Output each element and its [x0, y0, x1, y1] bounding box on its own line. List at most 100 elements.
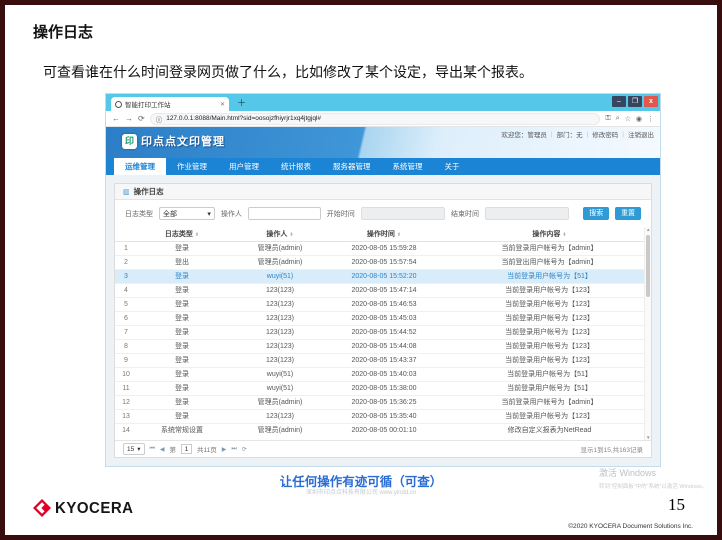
last-page-icon[interactable]: ⏭	[231, 446, 236, 453]
prev-page-icon[interactable]: ◀	[160, 446, 165, 453]
url-field[interactable]: ⓘ 127.0.0.1:8088/Main.html?sid=oosojzfhi…	[150, 113, 601, 125]
reset-button[interactable]: 重置	[615, 207, 641, 220]
cell-time: 2020-08-05 15:43:37	[333, 353, 435, 367]
table-row[interactable]: 11登录wuyi(51)2020-08-05 15:38:00当前登录用户帐号为…	[115, 381, 651, 395]
slide-subtitle: 可查看谁在什么时间登录网页做了什么，比如修改了某个设定，导出某个报表。	[43, 62, 533, 82]
change-password-link[interactable]: 修改密码	[592, 129, 618, 139]
nav-tab-3[interactable]: 用户管理	[218, 158, 270, 175]
chevron-down-icon: ▾	[207, 210, 211, 218]
first-page-icon[interactable]: ⏮	[150, 446, 155, 453]
profile-avatar-icon[interactable]: ◉	[636, 115, 642, 123]
browser-tab[interactable]: 智能打印工作站 ✕	[111, 97, 229, 111]
log-type-value: 全部	[163, 209, 177, 219]
panel-title: 操作日志	[134, 186, 164, 197]
table-row[interactable]: 8登录123(123)2020-08-05 15:44:08当前登录用户帐号为【…	[115, 339, 651, 353]
table-row[interactable]: 13登录123(123)2020-08-05 15:35:40当前登录用户帐号为…	[115, 409, 651, 423]
scroll-down-icon[interactable]: ▼	[646, 435, 650, 440]
column-header-3[interactable]: 操作时间⬍	[333, 227, 435, 241]
pagination-summary: 显示1到15,共163记录	[581, 444, 644, 454]
nav-tab-2[interactable]: 作业管理	[166, 158, 218, 175]
cell-type: 登录	[137, 311, 227, 325]
table-row[interactable]: 10登录wuyi(51)2020-08-05 15:40:03当前登录用户帐号为…	[115, 367, 651, 381]
zoom-icon[interactable]: ⌕	[616, 115, 620, 123]
scroll-up-icon[interactable]: ▲	[646, 227, 650, 232]
page-size-value: 15	[127, 446, 134, 453]
pagination-bar: 15 ▾ ⏮ ◀ 第 1 共11页 ▶ ⏭ ⟳ 显示1到15,共163记录	[115, 440, 651, 457]
close-button[interactable]: x	[644, 96, 658, 107]
new-tab-button[interactable]: ＋	[237, 96, 246, 109]
log-type-label: 日志类型	[125, 209, 153, 219]
table-row[interactable]: 4登录123(123)2020-08-05 15:47:14当前登录用户帐号为【…	[115, 283, 651, 297]
nav-tab-7[interactable]: 关于	[434, 158, 471, 175]
bookmark-star-icon[interactable]: ☆	[625, 115, 631, 123]
url-text: 127.0.0.1:8088/Main.html?sid=oosojzfhiyr…	[166, 115, 321, 122]
log-type-select[interactable]: 全部 ▾	[159, 207, 215, 220]
browser-menu-icon[interactable]: ⋮	[647, 115, 654, 123]
vertical-scrollbar[interactable]: ▲ ▼	[644, 227, 651, 440]
end-time-input[interactable]	[485, 207, 569, 220]
start-time-input[interactable]	[361, 207, 445, 220]
refresh-icon[interactable]: ⟳	[138, 114, 145, 123]
column-header-4[interactable]: 操作内容⬍	[435, 227, 651, 241]
cell-op: 管理员(admin)	[227, 255, 333, 269]
maximize-button[interactable]: ❐	[628, 96, 642, 107]
cell-type: 登录	[137, 395, 227, 409]
slide-title: 操作日志	[33, 21, 93, 42]
cell-time: 2020-08-05 15:36:25	[333, 395, 435, 409]
operator-input[interactable]	[248, 207, 321, 220]
table-row[interactable]: 6登录123(123)2020-08-05 15:45:03当前登录用户帐号为【…	[115, 311, 651, 325]
cell-num: 1	[115, 241, 137, 255]
column-header-1[interactable]: 日志类型⬍	[137, 227, 227, 241]
app-header-band: 欢迎您：管理员 | 部门：无 | 修改密码 | 注销退出 印 印点点文印管理	[106, 127, 660, 158]
address-bar: ← → ⟳ ⓘ 127.0.0.1:8088/Main.html?sid=oos…	[106, 111, 660, 127]
column-header-2[interactable]: 操作人⬍	[227, 227, 333, 241]
page-number-input[interactable]: 1	[181, 444, 192, 454]
nav-tab-5[interactable]: 服务器管理	[322, 158, 382, 175]
nav-bar: 运维管理作业管理用户管理统计报表服务器管理系统管理关于	[106, 158, 660, 175]
reload-icon[interactable]: ⟳	[242, 446, 247, 453]
nav-tab-1[interactable]: 运维管理	[114, 158, 166, 175]
cell-content: 当前登录用户帐号为【123】	[435, 325, 651, 339]
content-area: ▥ 操作日志 日志类型 全部 ▾ 操作人 开始时间 结束时间	[106, 175, 660, 466]
cell-content: 当前登录用户帐号为【123】	[435, 339, 651, 353]
table-row[interactable]: 2登出管理员(admin)2020-08-05 15:57:54当前登出用户帐号…	[115, 255, 651, 269]
next-page-icon[interactable]: ▶	[222, 446, 227, 453]
table-row[interactable]: 1登录管理员(admin)2020-08-05 15:59:28当前登录用户帐号…	[115, 241, 651, 255]
sort-icon[interactable]: ⬍	[562, 232, 566, 238]
forward-icon[interactable]: →	[125, 114, 133, 123]
sort-icon[interactable]: ⬍	[195, 232, 199, 238]
key-icon[interactable]: ⚿	[605, 115, 610, 123]
cell-num: 12	[115, 395, 137, 409]
cell-num: 8	[115, 339, 137, 353]
sort-icon[interactable]: ⬍	[397, 232, 401, 238]
cell-num: 4	[115, 283, 137, 297]
nav-tab-6[interactable]: 系统管理	[382, 158, 434, 175]
back-icon[interactable]: ←	[112, 114, 120, 123]
cell-num: 9	[115, 353, 137, 367]
table-row[interactable]: 14系统常规设置管理员(admin)2020-08-05 00:01:10修改自…	[115, 423, 651, 437]
cell-time: 2020-08-05 15:45:03	[333, 311, 435, 325]
minimize-button[interactable]: –	[612, 96, 626, 107]
table-row[interactable]: 9登录123(123)2020-08-05 15:43:37当前登录用户帐号为【…	[115, 353, 651, 367]
scrollbar-thumb[interactable]	[646, 235, 650, 297]
logout-link[interactable]: 注销退出	[628, 129, 654, 139]
sort-icon[interactable]: ⬍	[289, 232, 293, 238]
search-button[interactable]: 搜索	[583, 207, 609, 220]
tab-close-icon[interactable]: ✕	[220, 101, 225, 108]
table-row[interactable]: 7登录123(123)2020-08-05 15:44:52当前登录用户帐号为【…	[115, 325, 651, 339]
cell-num: 2	[115, 255, 137, 269]
table-row[interactable]: 3登录wuyi(51)2020-08-05 15:52:20当前登录用户帐号为【…	[115, 269, 651, 283]
table-row[interactable]: 5登录123(123)2020-08-05 15:46:53当前登录用户帐号为【…	[115, 297, 651, 311]
cell-type: 登录	[137, 353, 227, 367]
divider: |	[587, 131, 589, 138]
cell-time: 2020-08-05 15:38:00	[333, 381, 435, 395]
cell-type: 登录	[137, 409, 227, 423]
log-table-head-row: 日志类型⬍操作人⬍操作时间⬍操作内容⬍	[115, 227, 651, 241]
page-size-select[interactable]: 15 ▾	[123, 443, 145, 455]
cell-content: 当前登录用户帐号为【123】	[435, 409, 651, 423]
table-row[interactable]: 12登录管理员(admin)2020-08-05 15:36:25当前登录用户帐…	[115, 395, 651, 409]
cell-content: 当前登录用户帐号为【admin】	[435, 241, 651, 255]
cell-op: wuyi(51)	[227, 367, 333, 381]
nav-tab-4[interactable]: 统计报表	[270, 158, 322, 175]
info-icon[interactable]: ⓘ	[156, 114, 163, 124]
